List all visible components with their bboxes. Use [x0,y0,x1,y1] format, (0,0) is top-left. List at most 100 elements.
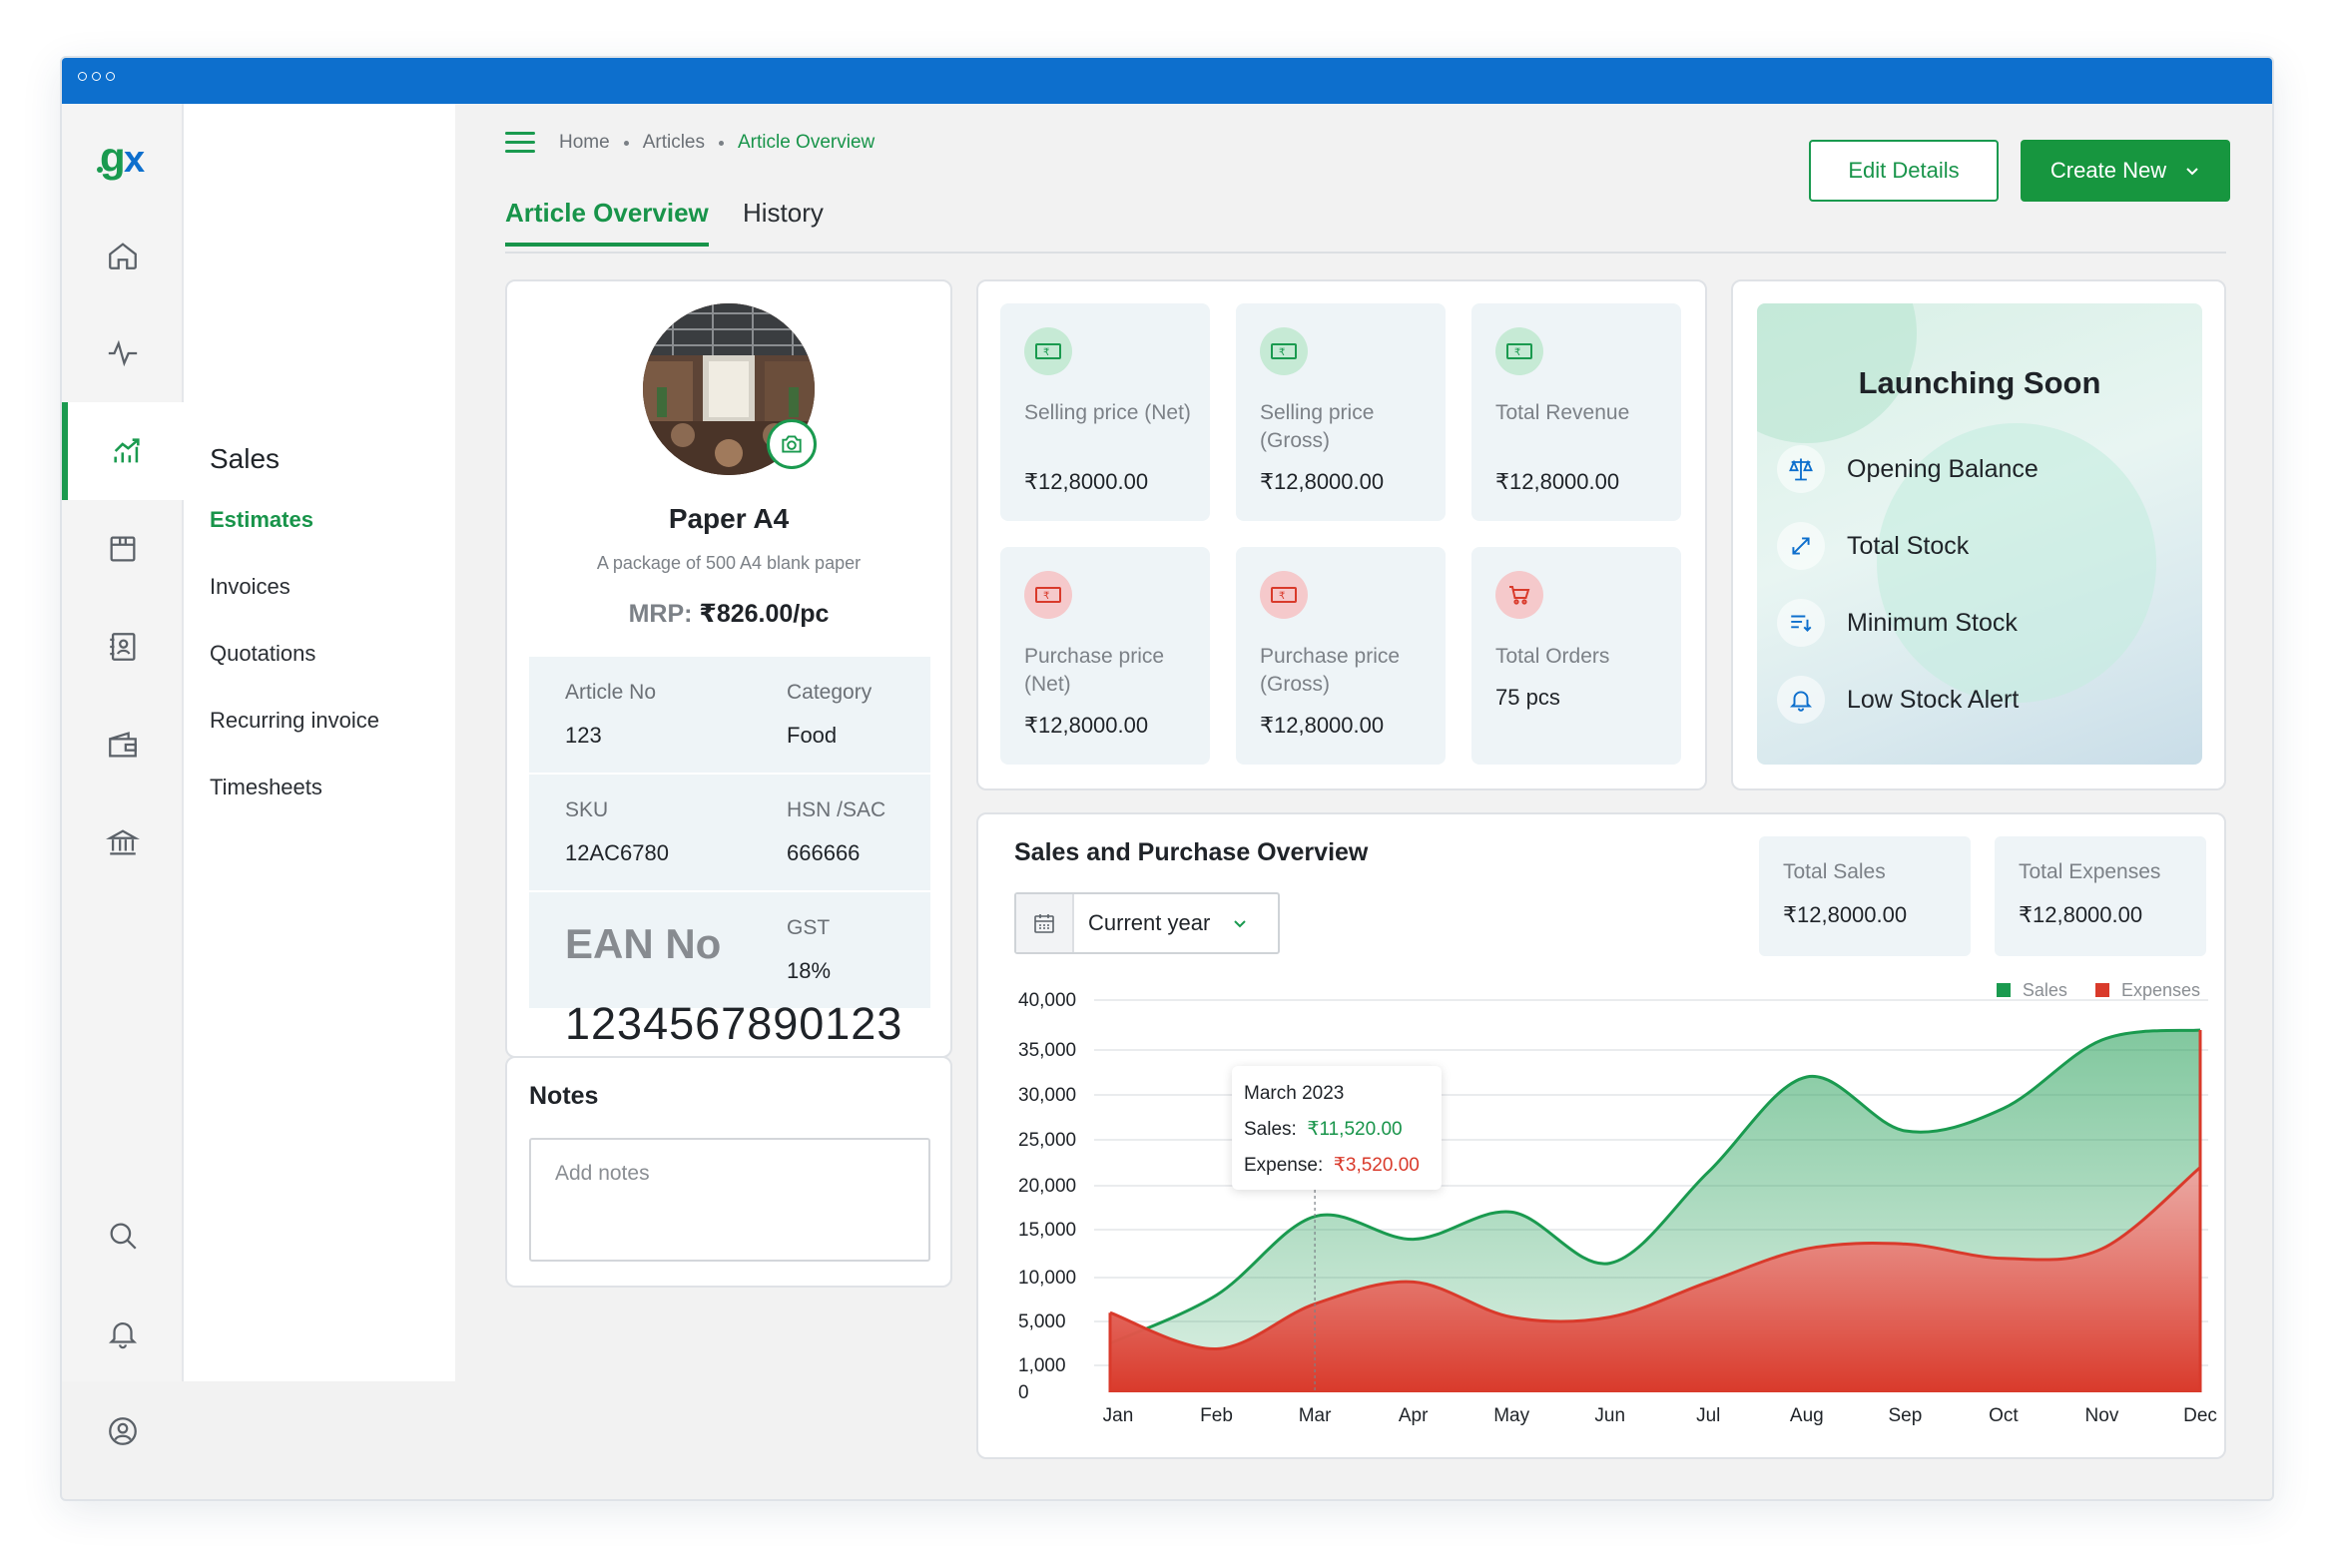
y-tick-label: 35,000 [1018,1040,1076,1061]
rail-profile[interactable] [62,1382,184,1480]
create-new-label: Create New [2049,158,2167,183]
breadcrumb-home[interactable]: Home [559,132,610,154]
x-tick-label: Sep [1888,1405,1922,1426]
subnav-title: Sales [210,443,281,474]
launching-soon-card: Launching Soon Opening Balance Total Sto… [1731,279,2226,790]
sales-chart-icon [114,438,140,463]
edit-details-button[interactable]: Edit Details [1809,140,1999,202]
tab-history[interactable]: History [743,198,824,243]
subnav-item-estimates[interactable]: Estimates [210,507,313,533]
rail-sales[interactable] [62,402,186,500]
x-tick-label: Oct [1989,1405,2019,1426]
breadcrumb-current: Article Overview [737,132,876,153]
x-tick-label: Mar [1299,1405,1332,1426]
launch-item-label: Low Stock Alert [1847,685,2020,714]
legend-sales-label: Sales [2022,980,2067,1000]
contacts-icon [110,633,136,661]
launch-item-total-stock: Total Stock [1777,522,1969,570]
tab-article-overview[interactable]: Article Overview [505,198,709,247]
search-icon [110,1223,137,1250]
breadcrumb-articles[interactable]: Articles [643,132,705,154]
profile-icon [109,1417,137,1445]
rail-activity[interactable] [62,304,184,402]
menu-toggle-icon[interactable] [505,132,535,154]
tab-bar: Article Overview History [505,198,2226,254]
rail-bank[interactable] [62,793,184,891]
tooltip-expense: Expense: ₹3,520.00 [1244,1148,1430,1184]
x-tick-label: Apr [1399,1405,1429,1426]
subnav-item-timesheets[interactable]: Timesheets [210,775,322,800]
rail-search[interactable] [62,1187,184,1285]
period-select[interactable]: Current year [1014,892,1280,954]
metric-label: Purchase price (Net) [1024,645,1165,696]
gst-label: GST [787,916,831,939]
y-tick-label: 5,000 [1018,1311,1066,1332]
metric-label: Selling price (Net) [1024,401,1191,424]
bell-icon [108,1322,138,1349]
legend-sales[interactable]: Sales [1996,980,2067,1001]
icon-rail: g x [62,104,186,1445]
chart-tooltip: March 2023 Sales: ₹11,520.00 Expense: ₹3… [1232,1066,1442,1190]
x-tick-label: Aug [1790,1405,1824,1426]
y-tick-label: 0 [1018,1382,1029,1403]
y-tick-label: 20,000 [1018,1176,1076,1197]
window-controls[interactable] [78,72,115,81]
subnav-item-quotations[interactable]: Quotations [210,641,315,667]
category-value: Food [787,723,838,748]
change-photo-button[interactable] [767,419,817,469]
home-icon [109,243,137,269]
camera-icon [782,435,802,453]
rail-wallet[interactable] [62,696,184,793]
hsn-label: HSN /SAC [787,798,886,821]
article-name: Paper A4 [668,503,790,534]
y-tick-label: 25,000 [1018,1130,1076,1151]
total-sales-stat: Total Sales ₹12,8000.00 [1759,836,1971,956]
metric-tile: ₹ Total Revenue ₹12,8000.00 [1471,303,1681,521]
metric-label: Total Orders [1495,645,1610,668]
rail-contacts[interactable] [62,598,184,696]
stat-label: Total Expenses [2019,860,2161,883]
metric-tile: ₹ Purchase price (Gross) ₹12,8000.00 [1236,547,1446,765]
stat-value: ₹12,8000.00 [1783,902,1908,927]
sku-value: 12AC6780 [565,840,669,865]
title-bar [62,58,2272,104]
tooltip-expense-value: ₹3,520.00 [1333,1155,1420,1176]
chevron-down-icon [1234,920,1246,928]
svg-text:₹: ₹ [1279,591,1285,602]
gst-value: 18% [787,958,832,983]
bank-icon [106,829,140,855]
notes-input[interactable]: Add notes [529,1138,930,1262]
y-tick-label: 30,000 [1018,1085,1076,1106]
create-new-button[interactable]: Create New [2021,140,2230,202]
launching-soon-panel: Launching Soon Opening Balance Total Sto… [1757,303,2202,765]
calendar-icon [1016,894,1074,952]
stat-label: Total Sales [1783,860,1886,883]
info-row-article: Article No 123 Category Food [529,657,930,773]
rail-notifications[interactable] [62,1285,184,1382]
rail-home[interactable] [62,207,184,304]
launch-item-label: Total Stock [1847,531,1970,560]
bell-icon [1777,676,1825,724]
metric-tile: ₹ Selling price (Gross) ₹12,8000.00 [1236,303,1446,521]
subnav-item-invoices[interactable]: Invoices [210,574,291,600]
metric-tile: ₹ Selling price (Net) ₹12,8000.00 [1000,303,1210,521]
cash-icon: ₹ [1024,571,1072,619]
hsn-value: 666666 [787,840,861,865]
subnav-item-recurring-invoice[interactable]: Recurring invoice [210,708,379,734]
article-no-value: 123 [565,723,602,748]
launch-item-low-stock-alert: Low Stock Alert [1777,676,2019,724]
chart-legend: Sales Expenses [1996,980,2200,1001]
metric-tile: ₹ Purchase price (Net) ₹12,8000.00 [1000,547,1210,765]
x-tick-label: Dec [2183,1405,2217,1426]
cash-icon: ₹ [1024,327,1072,375]
period-select-value: Current year [1088,910,1211,935]
sort-down-icon [1777,599,1825,647]
logo: g x [96,132,156,182]
legend-expenses[interactable]: Expenses [2094,980,2200,1001]
metric-value: ₹12,8000.00 [1260,713,1385,738]
x-tick-label: Nov [2085,1405,2119,1426]
cash-icon: ₹ [1495,327,1543,375]
article-no-label: Article No [565,681,657,704]
breadcrumb-separator [718,140,724,146]
rail-inventory[interactable] [62,500,184,598]
